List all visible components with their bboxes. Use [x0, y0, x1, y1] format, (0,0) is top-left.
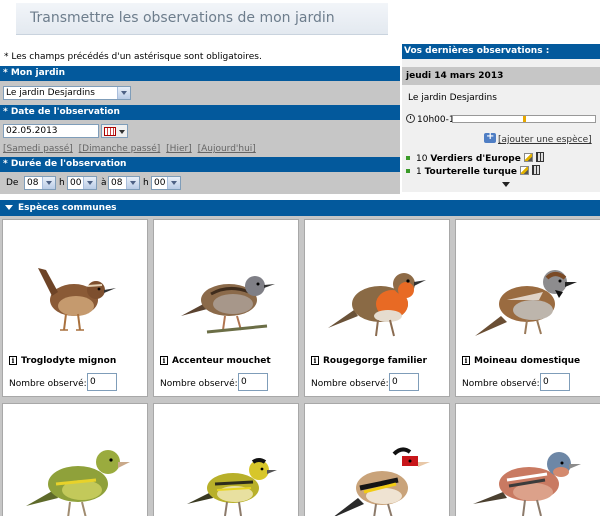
chevron-down-icon[interactable] — [167, 177, 180, 189]
edit-icon[interactable] — [523, 153, 533, 162]
entry-count: 10 — [416, 154, 428, 164]
common-species-header[interactable]: Espèces communes — [0, 200, 600, 216]
page-header: Transmettre les observations de mon jard… — [0, 0, 600, 44]
chaffinch-illustration — [473, 452, 581, 516]
bullet-icon — [406, 156, 410, 160]
count-label: Nombre observé: — [9, 379, 87, 389]
species-card-sparrow: i Moineau domestique Nombre observé: 0 — [455, 219, 600, 397]
label-h2: h — [143, 178, 149, 188]
species-name: i Rougegorge familier — [311, 356, 427, 366]
species-card-siskin — [153, 403, 299, 516]
species-name-text: Rougegorge familier — [323, 356, 427, 366]
trash-icon[interactable] — [535, 152, 544, 162]
sparrow-illustration — [475, 270, 577, 336]
label-to: à — [101, 178, 107, 188]
label-from: De — [6, 178, 19, 188]
dunnock-illustration — [181, 276, 275, 334]
end-hour-value: 08 — [111, 178, 123, 188]
add-species-link[interactable]: [ajouter une espèce] — [498, 135, 592, 145]
siskin-illustration — [187, 458, 277, 516]
garden-section-header: * Mon jardin — [0, 66, 400, 81]
chevron-down-icon — [119, 130, 125, 134]
start-minute-select[interactable]: 00 — [67, 176, 97, 190]
species-name: i Moineau domestique — [462, 356, 580, 366]
recent-garden: Le jardin Desjardins — [408, 93, 497, 103]
date-input[interactable]: 02.05.2013 — [3, 124, 99, 138]
scroll-fade — [402, 174, 600, 192]
date-section-header: * Date de l'observation — [0, 105, 400, 120]
count-input[interactable]: 0 — [238, 373, 268, 391]
garden-select[interactable]: Le jardin Desjardins — [3, 86, 131, 100]
chevron-down-icon[interactable] — [126, 177, 139, 189]
chevron-down-icon[interactable] — [42, 177, 55, 189]
start-minute-value: 00 — [70, 178, 82, 188]
recent-observations-header: Vos dernières observations : — [402, 44, 600, 59]
species-card-robin: i Rougegorge familier Nombre observé: 0 — [304, 219, 450, 397]
start-hour-value: 08 — [27, 178, 39, 188]
page-title: Transmettre les observations de mon jard… — [30, 10, 335, 26]
count-label: Nombre observé: — [311, 379, 389, 389]
count-input[interactable]: 0 — [389, 373, 419, 391]
count-input[interactable]: 0 — [87, 373, 117, 391]
species-card-goldfinch — [304, 403, 450, 516]
label-h1: h — [59, 178, 65, 188]
duration-section: De 08 h 00 à 08 h 00 — [0, 172, 400, 194]
wren-illustration — [38, 268, 116, 331]
count-input[interactable]: 0 — [540, 373, 570, 391]
garden-section: Le jardin Desjardins — [0, 81, 400, 105]
calendar-icon — [104, 127, 116, 136]
recent-date: jeudi 14 mars 2013 — [402, 67, 600, 85]
chevron-down-icon[interactable] — [83, 177, 96, 189]
add-species-row: [ajouter une espèce] — [484, 131, 592, 145]
collapse-icon[interactable] — [5, 205, 13, 210]
chevron-down-icon[interactable] — [117, 87, 130, 99]
title-box: Transmettre les observations de mon jard… — [16, 3, 388, 35]
time-bar — [452, 115, 596, 123]
required-note: * Les champs précédés d'un astérisque so… — [4, 52, 262, 62]
count-label: Nombre observé: — [160, 379, 238, 389]
link-today[interactable]: [Aujourd'hui] — [198, 144, 256, 154]
species-card-wren: i Troglodyte mignon Nombre observé: 0 — [2, 219, 148, 397]
info-icon[interactable]: i — [462, 356, 470, 365]
species-name-text: Moineau domestique — [474, 356, 581, 366]
info-icon[interactable]: i — [9, 356, 17, 365]
species-card-dunnock: i Accenteur mouchet Nombre observé: 0 — [153, 219, 299, 397]
info-icon[interactable]: i — [160, 356, 168, 365]
observation-form: * Mon jardin Le jardin Desjardins * Date… — [0, 66, 400, 194]
time-marker — [523, 116, 526, 122]
recent-observations-panel: Vos dernières observations : jeudi 14 ma… — [402, 44, 600, 192]
scroll-down-icon[interactable] — [502, 182, 510, 187]
count-label: Nombre observé: — [462, 379, 540, 389]
link-yesterday[interactable]: [Hier] — [166, 144, 192, 154]
link-last-saturday[interactable]: [Samedi passé] — [3, 144, 73, 154]
entry-species: Verdiers d'Europe — [430, 154, 521, 164]
list-item: 10 Verdiers d'Europe — [406, 152, 544, 164]
species-name: i Troglodyte mignon — [9, 356, 116, 366]
date-section: 02.05.2013 [Samedi passé] [Dimanche pass… — [0, 120, 400, 157]
species-name-text: Accenteur mouchet — [172, 356, 271, 366]
clock-icon — [406, 114, 415, 123]
end-minute-value: 00 — [154, 178, 166, 188]
robin-illustration — [328, 273, 426, 337]
duration-section-header: * Durée de l'observation — [0, 157, 400, 172]
end-hour-select[interactable]: 08 — [108, 176, 140, 190]
start-hour-select[interactable]: 08 — [24, 176, 56, 190]
species-card-chaffinch — [455, 403, 600, 516]
calendar-button[interactable] — [101, 124, 128, 138]
end-minute-select[interactable]: 00 — [151, 176, 181, 190]
common-species-title: Espèces communes — [18, 203, 117, 213]
info-icon[interactable]: i — [311, 356, 319, 365]
greenfinch-illustration — [26, 450, 130, 516]
bullet-icon — [406, 169, 410, 173]
link-last-sunday[interactable]: [Dimanche passé] — [79, 144, 161, 154]
goldfinch-illustration — [334, 447, 430, 516]
species-card-greenfinch — [2, 403, 148, 516]
species-name: i Accenteur mouchet — [160, 356, 271, 366]
date-quick-links: [Samedi passé] [Dimanche passé] [Hier] [… — [3, 144, 259, 154]
species-name-text: Troglodyte mignon — [21, 356, 117, 366]
garden-select-value: Le jardin Desjardins — [6, 88, 95, 98]
add-icon[interactable] — [484, 131, 496, 143]
